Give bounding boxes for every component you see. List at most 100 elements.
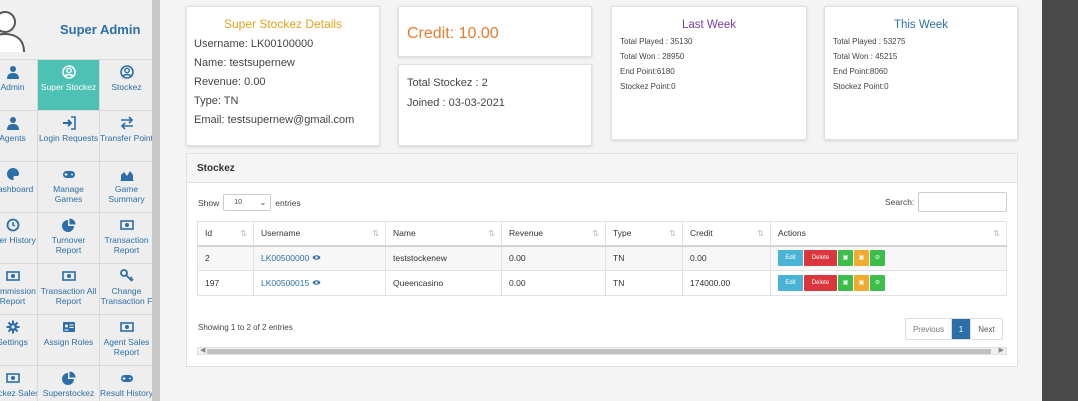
sidebar-item-game-summary[interactable]: Game Summary (100, 162, 152, 213)
this-week-total-won: Total Won : 45215 (833, 52, 898, 61)
pagination: Previous 1 Next (905, 318, 1003, 340)
horizontal-scrollbar[interactable]: ◀ ▶ (197, 347, 1007, 355)
sidebar-item-dashboard[interactable]: Dashboard (0, 162, 38, 213)
edit-alt-button[interactable]: ▣ (854, 250, 869, 267)
delete-button[interactable]: Delete (804, 250, 837, 267)
sidebar: Super Admin Admin Super Stockez Stockez Age… (0, 0, 152, 401)
edit-button[interactable]: Edit (778, 275, 803, 291)
cell-name-text: Queencasino (393, 278, 444, 288)
pagination-previous[interactable]: Previous (906, 319, 952, 339)
sidebar-item-label: Superstockez (42, 388, 95, 398)
gamepad-icon (120, 371, 134, 385)
column-header-username[interactable]: Username ⇅ (253, 221, 386, 247)
cell-credit: 0.00 (682, 245, 771, 271)
ban-icon: ⊘ (874, 255, 881, 262)
window-icon: ▣ (842, 280, 849, 286)
history-icon (6, 218, 20, 232)
id-card-icon (62, 320, 76, 334)
scroll-right-icon[interactable]: ▶ (999, 346, 1004, 354)
ban-button[interactable]: ⊘ (870, 250, 885, 267)
sidebar-item-label: Turnover Report (51, 235, 86, 255)
cell-actions: Edit Delete ▣ ▣ ⊘ (770, 270, 1007, 296)
cell-id-text: 197 (205, 278, 220, 288)
column-header-id[interactable]: Id ⇅ (197, 221, 254, 247)
exchange-icon (120, 116, 134, 130)
sidebar-item-transaction-all-report[interactable]: Transaction All Report (38, 264, 100, 315)
scrollbar-thumb[interactable] (207, 349, 991, 354)
sidebar-title: Super Admin (60, 22, 141, 37)
cell-credit-text: 174000.00 (690, 278, 731, 288)
eye-icon[interactable] (309, 253, 321, 263)
sidebar-item-label: Agents (0, 133, 26, 143)
sidebar-item-assign-roles[interactable]: Assign Roles (38, 315, 100, 366)
search-input[interactable] (918, 192, 1008, 212)
column-header-revenue[interactable]: Revenue ⇅ (501, 221, 606, 247)
view-button[interactable]: ▣ (838, 250, 853, 267)
details-card: Super Stockez Details Username: LK001000… (186, 6, 380, 146)
palette-icon (6, 167, 20, 181)
sidebar-item-commission-report[interactable]: Commission Report (0, 264, 38, 315)
sidebar-item-label: Transfer Point (100, 133, 152, 143)
entries-label: entries (275, 197, 301, 208)
details-email: Email: testsupernew@gmail.com (194, 114, 355, 126)
sidebar-item-manage-games[interactable]: Manage Games (38, 162, 100, 213)
cell-username: LK00500000 (253, 245, 386, 271)
key-icon (119, 269, 134, 283)
stockez-panel: Stockez Show 10 ⌄ entries Search: Id ⇅ Us… (186, 153, 1018, 367)
sidebar-item-login-requests[interactable]: Login Requests (38, 111, 100, 162)
sidebar-item-user-history[interactable]: User History (0, 213, 38, 264)
credit-value: Credit: 10.00 (407, 25, 499, 42)
sidebar-item-agents[interactable]: Agents (0, 111, 38, 162)
cell-username-text[interactable]: LK00500015 (261, 278, 309, 288)
sidebar-item-transaction-report[interactable]: Transaction Report (100, 213, 152, 264)
sidebar-item-result-history[interactable]: Result History (100, 366, 152, 401)
table-row: 2 LK00500000 teststockenew 0.00 TN 0.00 Edit D… (197, 245, 1007, 271)
sidebar-scrollbar[interactable] (152, 0, 160, 401)
scroll-left-icon[interactable]: ◀ (200, 346, 205, 354)
sidebar-item-agent-sales-report[interactable]: Agent Sales Report (100, 315, 152, 366)
joined-date: Joined : 03-03-2021 (407, 97, 505, 109)
credit-card: Credit: 10.00 (398, 6, 592, 57)
total-stockez: Total Stockez : 2 (407, 77, 488, 89)
sidebar-item-change-transaction-f[interactable]: Change Transaction F (100, 264, 152, 315)
ban-button[interactable]: ⊘ (870, 275, 885, 291)
sidebar-item-stockez[interactable]: Stockez (100, 60, 152, 111)
column-header-type[interactable]: Type ⇅ (605, 221, 683, 247)
eye-icon[interactable] (309, 278, 321, 288)
summary-card: Total Stockez : 2 Joined : 03-03-2021 (398, 64, 592, 146)
sidebar-item-super-stockez[interactable]: Super Stockez (38, 60, 100, 111)
sidebar-item-turnover-report[interactable]: Turnover Report (38, 213, 100, 264)
column-header-credit[interactable]: Credit ⇅ (682, 221, 771, 247)
edit-alt-button[interactable]: ▣ (854, 275, 869, 291)
entries-select[interactable]: 10 ⌄ (223, 194, 272, 211)
sidebar-item-label: Stockez (111, 82, 142, 92)
pagination-page-1[interactable]: 1 (952, 319, 970, 339)
view-button[interactable]: ▣ (838, 275, 853, 291)
sidebar-item-transfer-point[interactable]: Transfer Point (100, 111, 152, 162)
sidebar-item-label: Stockez Sales (0, 388, 38, 398)
sidebar-item-label: Agent Sales Report (103, 337, 150, 357)
last-week-total-won: Total Won : 28950 (620, 52, 685, 61)
this-week-title: This Week (893, 19, 949, 31)
column-header-actions[interactable]: Actions ⇅ (770, 221, 1007, 247)
sidebar-item-admin[interactable]: Admin (0, 60, 38, 111)
sidebar-item-stockez-sales[interactable]: Stockez Sales (0, 366, 38, 401)
last-week-total-played: Total Played : 35130 (620, 37, 693, 46)
cell-username-text[interactable]: LK00500000 (261, 253, 309, 263)
edit-button[interactable]: Edit (778, 250, 803, 267)
sort-icon: ⇅ (488, 229, 495, 238)
details-title: Super Stockez Details (223, 17, 343, 31)
cell-name: teststockenew (385, 245, 502, 271)
sidebar-item-settings[interactable]: Settings (0, 315, 38, 366)
details-name: Name: testsupernew (194, 57, 295, 69)
pagination-next[interactable]: Next (970, 319, 1002, 339)
ban-icon: ⊘ (874, 280, 881, 286)
last-week-card: Last Week Total Played : 35130 Total Won… (611, 6, 807, 140)
right-dark-panel (1042, 0, 1078, 401)
column-header-name[interactable]: Name ⇅ (385, 221, 502, 247)
window-icon: ▣ (858, 255, 865, 262)
delete-button[interactable]: Delete (804, 275, 837, 291)
sidebar-item-label: Admin (0, 82, 25, 92)
this-week-stockez-point: Stockez Point:0 (833, 82, 889, 91)
sidebar-item-superstockez[interactable]: Superstockez (38, 366, 100, 401)
